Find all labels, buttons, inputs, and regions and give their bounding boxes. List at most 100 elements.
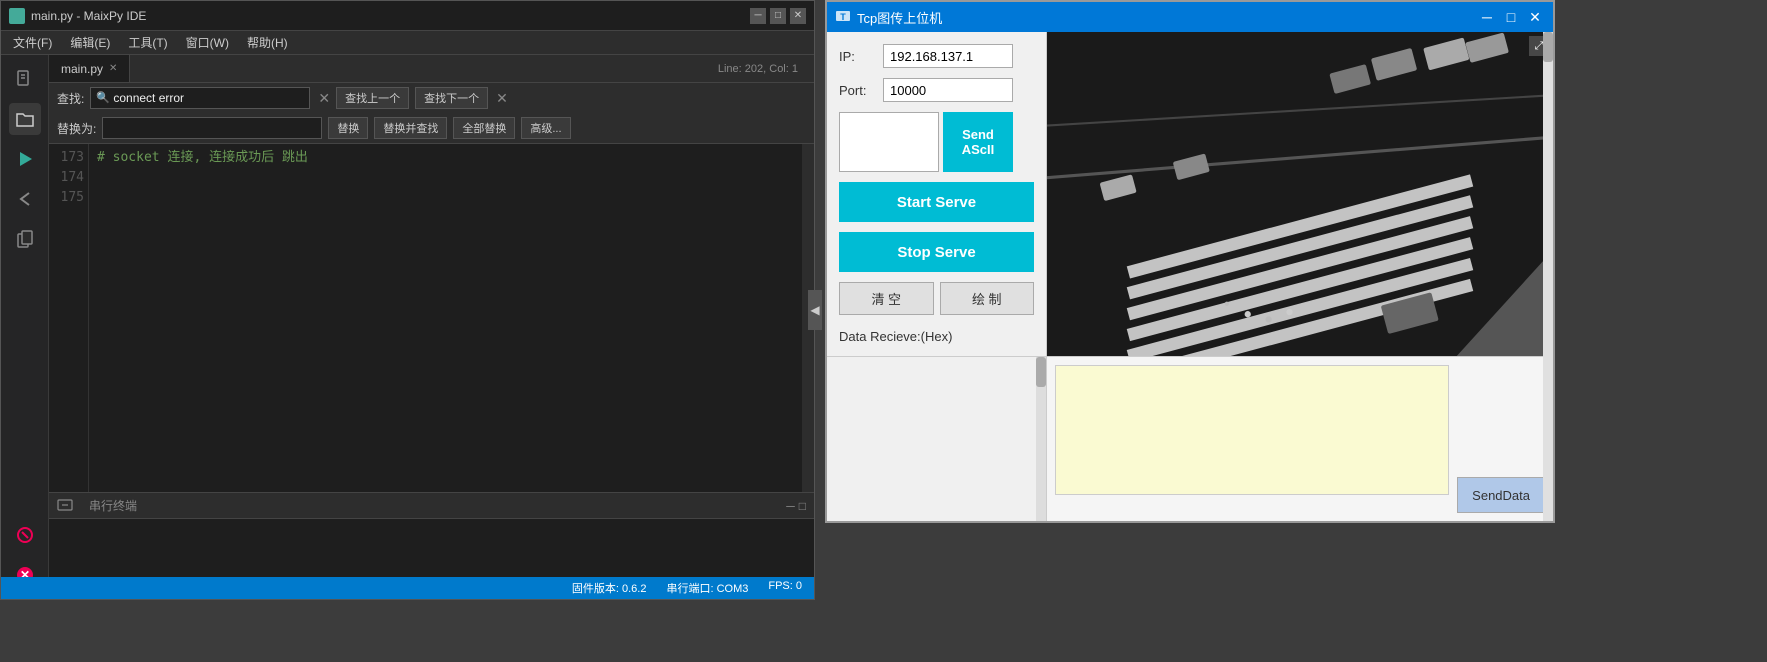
sidebar-copy-icon[interactable] — [9, 223, 41, 255]
tcp-app-icon: T — [835, 8, 851, 27]
terminal-minimize-icon[interactable]: ─ — [786, 499, 795, 513]
sidebar-folder-icon[interactable] — [9, 103, 41, 135]
sidebar-file-icon[interactable] — [9, 63, 41, 95]
sidebar-disconnect-icon[interactable] — [9, 519, 41, 551]
collapse-arrow[interactable]: ◀ — [808, 290, 822, 330]
menu-window[interactable]: 窗口(W) — [178, 32, 237, 53]
send-ascii-button[interactable]: SendAScII — [943, 112, 1013, 172]
line-number-173: 173 — [49, 148, 84, 168]
image-display: ⤢ — [1047, 32, 1553, 356]
maixpy-titlebar-left: main.py - MaixPy IDE — [9, 8, 146, 24]
menu-tools[interactable]: 工具(T) — [120, 32, 175, 53]
status-right: 固件版本: 0.6.2 串行端口: COM3 FPS: 0 — [572, 580, 802, 596]
ip-field-row: IP: — [839, 44, 1034, 68]
tcp-scrollbar-handle[interactable] — [1543, 32, 1553, 62]
draw-button[interactable]: 绘 制 — [940, 282, 1035, 315]
editor-tab-close-icon[interactable]: ✕ — [109, 63, 117, 74]
tcp-window: T Tcp图传上位机 ─ □ ✕ IP: Port: — [825, 0, 1555, 523]
tcp-close-button[interactable]: ✕ — [1525, 7, 1545, 27]
hex-scrollbar-handle[interactable] — [1036, 357, 1046, 387]
tcp-minimize-button[interactable]: ─ — [1477, 7, 1497, 27]
status-bar: 固件版本: 0.6.2 串行端口: COM3 FPS: 0 — [1, 577, 814, 599]
find-search-icon: 🔍 — [96, 91, 110, 104]
replace-row: 替换为: 替换 替换并查找 全部替换 高级... — [57, 117, 806, 139]
search-next-button[interactable]: 查找下一个 — [415, 87, 488, 109]
code-line-173: # socket 连接, 连接成功后 跳出 — [97, 148, 806, 168]
tcp-titlebar-title: T Tcp图传上位机 — [835, 8, 942, 27]
port-label: Port: — [839, 83, 875, 98]
terminal-tab-serial-icon — [57, 497, 73, 514]
search-close-icon[interactable]: ✕ — [496, 90, 508, 107]
tcp-left-panel: IP: Port: SendAScII Start Serve Stop Ser… — [827, 32, 1047, 356]
tcp-body: IP: Port: SendAScII Start Serve Stop Ser… — [827, 32, 1553, 356]
maixpy-titlebar-controls: ─ □ ✕ — [750, 8, 806, 24]
search-label: 查找: — [57, 90, 84, 107]
editor-area: main.py ✕ Line: 202, Col: 1 查找: 🔍 ✕ 查找上一… — [49, 55, 814, 599]
menu-edit[interactable]: 编辑(E) — [62, 32, 118, 53]
send-data-area: SendData — [1047, 357, 1553, 521]
sidebar-back-icon[interactable] — [9, 183, 41, 215]
start-serve-button[interactable]: Start Serve — [839, 182, 1034, 222]
hex-vertical-scrollbar[interactable] — [1036, 357, 1046, 521]
replace-find-button[interactable]: 替换并查找 — [374, 117, 447, 139]
maixpy-body: ✕ main.py ✕ Line: 202, Col: 1 查找: 🔍 — [1, 55, 814, 599]
send-area: SendAScII — [839, 112, 1034, 172]
tcp-right-vertical-scrollbar[interactable] — [1543, 32, 1553, 521]
sidebar-run-icon[interactable] — [9, 143, 41, 175]
tcp-titlebar: T Tcp图传上位机 ─ □ ✕ — [827, 2, 1553, 32]
action-buttons: 清 空 绘 制 — [839, 282, 1034, 315]
maixpy-menubar: 文件(F) 编辑(E) 工具(T) 窗口(W) 帮助(H) — [1, 31, 814, 55]
port-field-row: Port: — [839, 78, 1034, 102]
svg-text:T: T — [840, 12, 846, 22]
serial-port: 串行端口: COM3 — [666, 580, 748, 596]
replace-label: 替换为: — [57, 120, 96, 137]
line-numbers: 173 174 175 — [49, 144, 89, 492]
fps-display: FPS: 0 — [768, 580, 802, 596]
maixpy-window: main.py - MaixPy IDE ─ □ ✕ 文件(F) 编辑(E) 工… — [0, 0, 815, 600]
clear-button[interactable]: 清 空 — [839, 282, 934, 315]
port-input[interactable] — [883, 78, 1013, 102]
search-bar: 查找: 🔍 ✕ 查找上一个 查找下一个 ✕ 替换为: 替换 替换并查找 全部替换 — [49, 83, 814, 144]
minimize-button[interactable]: ─ — [750, 8, 766, 24]
tcp-title-text: Tcp图传上位机 — [857, 8, 942, 27]
data-hex-area[interactable] — [827, 357, 1047, 521]
replace-all-button[interactable]: 全部替换 — [453, 117, 515, 139]
replace-input[interactable] — [102, 117, 322, 139]
terminal-tab-controls: ─ □ — [786, 499, 806, 513]
send-data-button[interactable]: SendData — [1457, 477, 1545, 513]
aerial-road-svg — [1047, 32, 1553, 356]
menu-file[interactable]: 文件(F) — [5, 32, 60, 53]
editor-tab-main[interactable]: main.py ✕ — [49, 55, 130, 82]
editor-status: Line: 202, Col: 1 — [718, 63, 806, 75]
tcp-right-panel: ⤢ — [1047, 32, 1553, 356]
terminal-tab-labels: 串行终端 — [57, 497, 137, 514]
terminal-tab-serial[interactable]: 串行终端 — [89, 497, 137, 514]
line-number-174: 174 — [49, 168, 84, 188]
code-editor[interactable]: 173 174 175 # socket 连接, 连接成功后 跳出 — [49, 144, 814, 492]
maixpy-title-text: main.py - MaixPy IDE — [31, 9, 146, 23]
terminal-tabs: 串行终端 ─ □ — [49, 493, 814, 519]
tcp-maximize-button[interactable]: □ — [1501, 7, 1521, 27]
tcp-bottom: SendData — [827, 356, 1553, 521]
maixpy-app-icon — [9, 8, 25, 24]
send-text-area[interactable] — [839, 112, 939, 172]
code-content: # socket 连接, 连接成功后 跳出 — [89, 144, 814, 492]
ip-input[interactable] — [883, 44, 1013, 68]
maximize-button[interactable]: □ — [770, 8, 786, 24]
advanced-button[interactable]: 高级... — [521, 117, 570, 139]
replace-button[interactable]: 替换 — [328, 117, 368, 139]
menu-help[interactable]: 帮助(H) — [239, 32, 296, 53]
maixpy-sidebar: ✕ — [1, 55, 49, 599]
search-prev-button[interactable]: 查找上一个 — [336, 87, 409, 109]
firmware-version: 固件版本: 0.6.2 — [572, 580, 647, 596]
data-receive-label: Data Recieve:(Hex) — [839, 329, 1034, 344]
send-data-textarea[interactable] — [1055, 365, 1449, 495]
close-button[interactable]: ✕ — [790, 8, 806, 24]
terminal-maximize-icon[interactable]: □ — [799, 499, 806, 513]
ip-label: IP: — [839, 49, 875, 64]
search-input[interactable] — [90, 87, 310, 109]
tcp-titlebar-controls: ─ □ ✕ — [1477, 7, 1545, 27]
search-clear-icon[interactable]: ✕ — [318, 90, 330, 107]
stop-serve-button[interactable]: Stop Serve — [839, 232, 1034, 272]
maixpy-titlebar: main.py - MaixPy IDE ─ □ ✕ — [1, 1, 814, 31]
